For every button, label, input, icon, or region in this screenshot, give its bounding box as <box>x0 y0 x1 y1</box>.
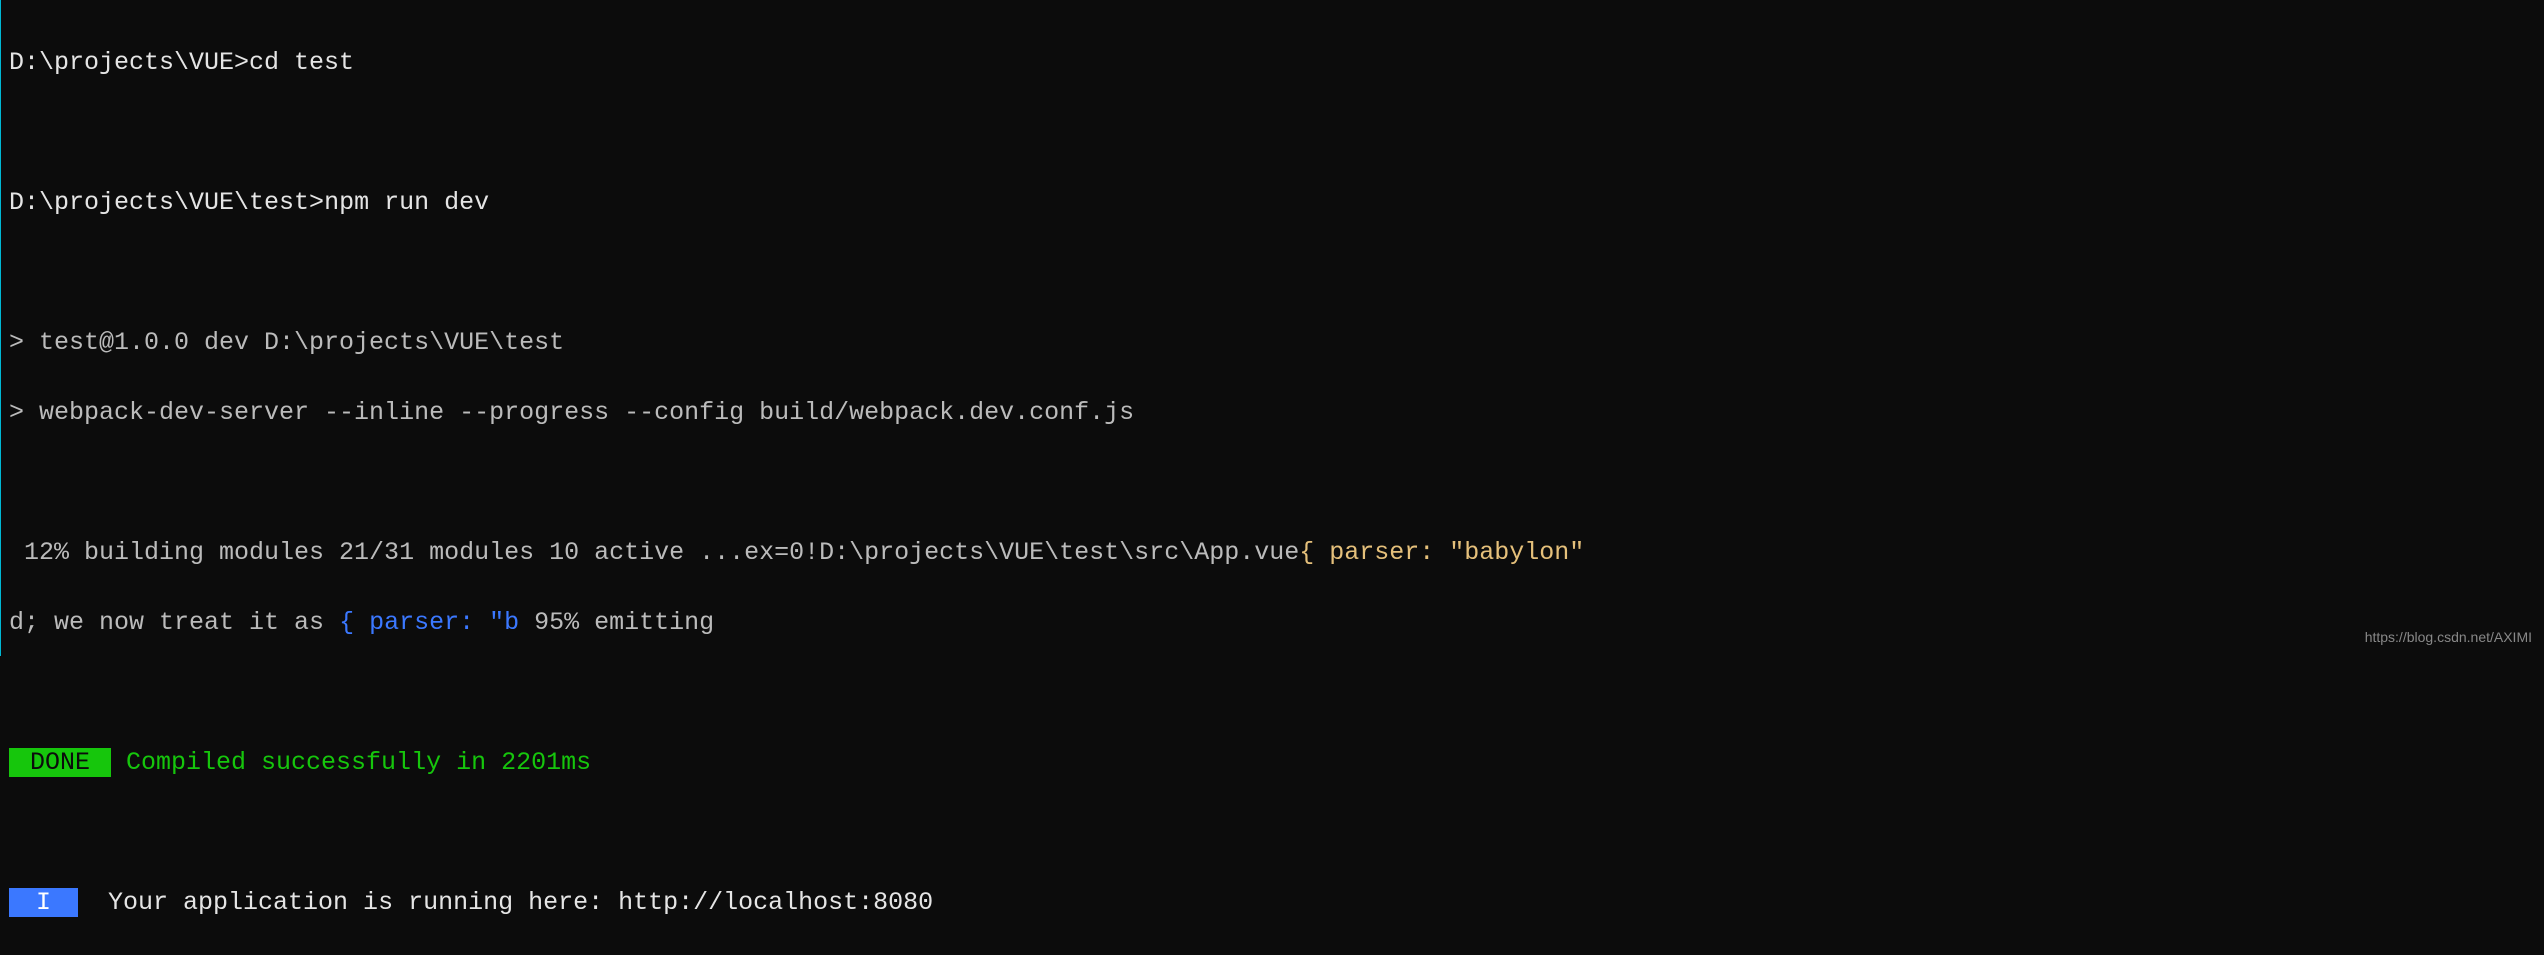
build-progress-line: 12% building modules 21/31 modules 10 ac… <box>9 535 2544 570</box>
npm-script-line: > webpack-dev-server --inline --progress… <box>9 395 2544 430</box>
parser-warning: { parser: "babylon" <box>1299 538 1584 567</box>
blank-line <box>9 115 2544 150</box>
server-url-text: Your application is running here: http:/… <box>78 888 933 917</box>
prompt-line: D:\projects\VUE>cd test <box>9 45 2544 80</box>
info-badge: I <box>9 888 78 917</box>
blank-line <box>9 675 2544 710</box>
watermark-text: https://blog.csdn.net/AXIMI <box>2365 628 2532 648</box>
npm-script-line: > test@1.0.0 dev D:\projects\VUE\test <box>9 325 2544 360</box>
build-progress-text: 12% building modules 21/31 modules 10 ac… <box>9 538 1299 567</box>
prompt-path: D:\projects\VUE\test> <box>9 188 324 217</box>
blank-line <box>9 465 2544 500</box>
build-progress-line: d; we now treat it as { parser: "b 95% e… <box>9 605 2544 640</box>
command-text: npm run dev <box>324 188 489 217</box>
command-text: cd test <box>249 48 354 77</box>
prompt-path: D:\projects\VUE> <box>9 48 249 77</box>
blank-line <box>9 255 2544 290</box>
compile-success-text: Compiled successfully in 2201ms <box>111 748 591 777</box>
info-line: I Your application is running here: http… <box>9 885 2544 920</box>
prompt-line: D:\projects\VUE\test>npm run dev <box>9 185 2544 220</box>
emit-text: 95% emitting <box>519 608 714 637</box>
blank-line <box>9 815 2544 850</box>
build-text: d; we now treat it as <box>9 608 339 637</box>
done-badge: DONE <box>9 748 111 777</box>
done-line: DONE Compiled successfully in 2201ms <box>9 745 2544 780</box>
terminal-output[interactable]: D:\projects\VUE>cd test D:\projects\VUE\… <box>1 10 2544 955</box>
parser-text: { parser: "b <box>339 608 519 637</box>
